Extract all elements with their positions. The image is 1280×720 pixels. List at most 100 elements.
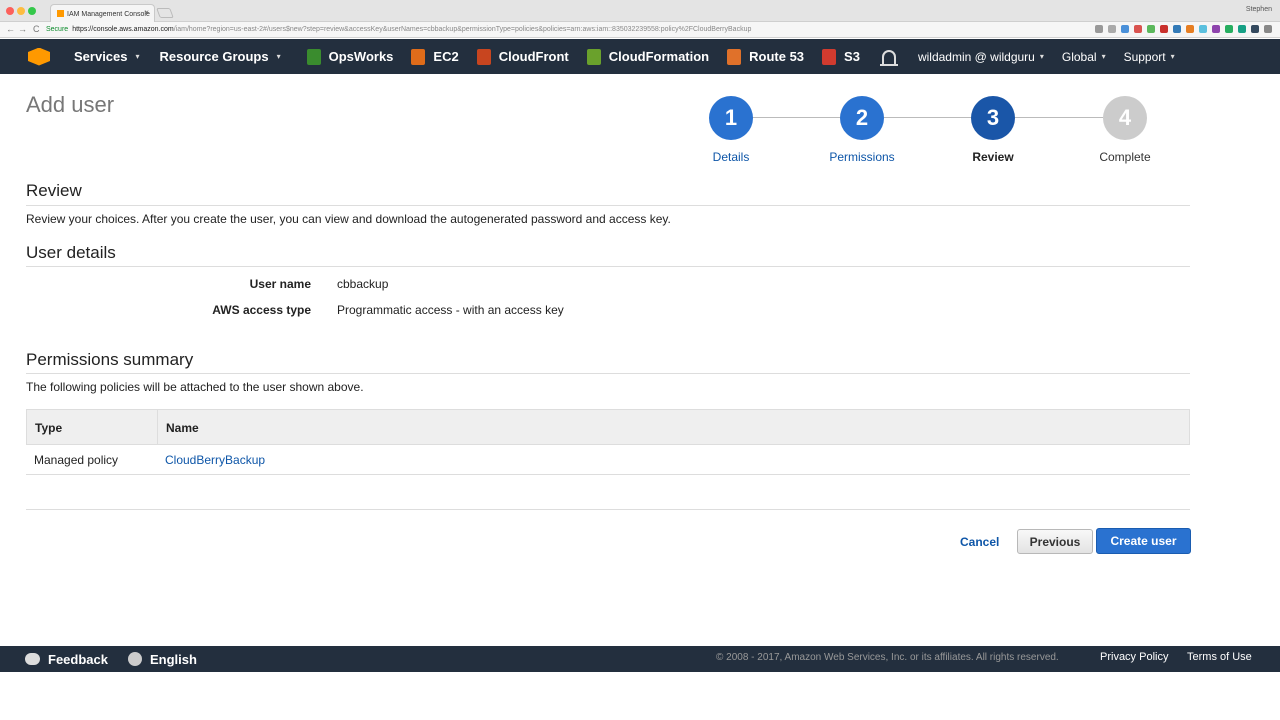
maximize-window-icon[interactable] [28, 7, 36, 15]
step-number: 3 [971, 96, 1015, 140]
speech-bubble-icon [25, 653, 40, 665]
cloudformation-icon [586, 48, 601, 65]
url-path: /iam/home?region=us-east-2#/users$new?st… [173, 26, 752, 33]
bookmark-star-icon[interactable] [1108, 25, 1116, 33]
chevron-down-icon: ▾ [1170, 52, 1175, 61]
step-label: Details [712, 150, 750, 164]
divider [26, 373, 1190, 374]
extension-icon[interactable] [1212, 25, 1220, 33]
shortcut-label: CloudFormation [608, 49, 710, 64]
new-tab-button[interactable] [156, 8, 174, 18]
step-complete: 4 Complete [1085, 96, 1165, 164]
chevron-down-icon: ▾ [1101, 52, 1106, 61]
step-number: 1 [709, 96, 753, 140]
ec2-icon [411, 48, 426, 65]
language-selector[interactable]: English [127, 651, 197, 667]
divider [26, 205, 1190, 206]
shortcut-ec2[interactable]: EC2 [411, 39, 459, 74]
terms-of-use-link[interactable]: Terms of Use [1187, 651, 1252, 663]
divider [26, 509, 1190, 510]
cancel-button[interactable]: Cancel [952, 531, 1007, 553]
step-number: 4 [1103, 96, 1147, 140]
shortcut-cloudformation[interactable]: CloudFormation [586, 39, 710, 74]
shortcut-label: OpsWorks [328, 49, 394, 64]
forward-arrow-icon[interactable]: → [18, 24, 27, 34]
access-type-label: AWS access type [212, 303, 311, 317]
region-menu[interactable]: Global ▾ [1062, 39, 1106, 74]
browser-profile-name[interactable]: Stephen [1246, 6, 1272, 13]
shortcut-s3[interactable]: S3 [822, 39, 860, 74]
address-bar-row: ← → C Secure https://console.aws.amazon.c… [0, 22, 1280, 38]
create-user-button[interactable]: Create user [1096, 528, 1191, 554]
zoom-icon[interactable] [1095, 25, 1103, 33]
access-type-value: Programmatic access - with an access key [337, 303, 564, 317]
route53-icon [727, 48, 742, 65]
support-menu[interactable]: Support ▾ [1124, 39, 1175, 74]
extension-icon[interactable] [1225, 25, 1233, 33]
chevron-down-icon: ▾ [1039, 52, 1044, 61]
policy-name-link[interactable]: CloudBerryBackup [157, 445, 265, 474]
page-title: Add user [26, 92, 115, 117]
column-header-name[interactable]: Name [158, 410, 199, 444]
privacy-policy-link[interactable]: Privacy Policy [1100, 651, 1168, 663]
user-details-heading: User details [26, 243, 116, 262]
tab-title: IAM Management Console [67, 11, 150, 18]
menu-icon[interactable] [1264, 25, 1272, 33]
step-permissions[interactable]: 2 Permissions [822, 96, 902, 164]
extension-icon[interactable] [1238, 25, 1246, 33]
tab-close-icon[interactable]: × [144, 8, 149, 17]
region-label: Global [1061, 49, 1097, 64]
copyright-text: © 2008 - 2017, Amazon Web Services, Inc.… [716, 652, 1059, 663]
extension-icon[interactable] [1199, 25, 1207, 33]
extension-icon[interactable] [1173, 25, 1181, 33]
step-label: Permissions [829, 150, 895, 164]
resource-groups-label: Resource Groups [159, 49, 269, 64]
shortcut-route53[interactable]: Route 53 [727, 39, 804, 74]
extension-icons [1095, 25, 1272, 33]
aws-cube-logo-icon[interactable] [28, 47, 50, 66]
language-label: English [149, 651, 197, 667]
extension-icon[interactable] [1147, 25, 1155, 33]
extension-icon[interactable] [1186, 25, 1194, 33]
shortcut-label: EC2 [433, 49, 459, 64]
step-label: Review [972, 150, 1014, 164]
step-review: 3 Review [953, 96, 1033, 164]
shortcut-label: Route 53 [749, 49, 805, 64]
services-menu[interactable]: Services ▾ [74, 39, 140, 74]
extension-icon[interactable] [1160, 25, 1168, 33]
aws-top-nav: Services ▾ Resource Groups ▾ OpsWorks EC2 … [0, 39, 1280, 74]
extension-icon[interactable] [1134, 25, 1142, 33]
browser-tab[interactable]: IAM Management Console × [50, 4, 155, 22]
previous-button[interactable]: Previous [1017, 529, 1093, 554]
step-details[interactable]: 1 Details [691, 96, 771, 164]
permissions-description: The following policies will be attached … [26, 380, 364, 394]
step-number: 2 [840, 96, 884, 140]
services-label: Services [74, 49, 128, 64]
close-window-icon[interactable] [6, 7, 14, 15]
shortcut-cloudfront[interactable]: CloudFront [476, 39, 569, 74]
chevron-down-icon: ▾ [276, 52, 281, 61]
user-name-label: User name [249, 277, 311, 291]
account-menu[interactable]: wildadmin @ wildguru ▾ [918, 39, 1044, 74]
step-label: Complete [1099, 150, 1151, 164]
url-input[interactable]: Secure https://console.aws.amazon.com/iam… [46, 24, 1106, 36]
extension-icon[interactable] [1121, 25, 1129, 33]
reload-icon[interactable]: C [33, 24, 40, 34]
aws-favicon-icon [57, 10, 64, 17]
feedback-link[interactable]: Feedback [25, 652, 108, 667]
minimize-window-icon[interactable] [17, 7, 25, 15]
browser-tabbar: IAM Management Console × Stephen [0, 0, 1280, 22]
shortcut-opsworks[interactable]: OpsWorks [306, 39, 394, 74]
divider [26, 266, 1190, 267]
opsworks-icon [306, 48, 321, 65]
permissions-table: Type Name Managed policy CloudBerryBacku… [26, 409, 1190, 475]
support-label: Support [1123, 49, 1166, 64]
notifications-bell-icon[interactable] [879, 49, 898, 66]
extension-icon[interactable] [1251, 25, 1259, 33]
resource-groups-menu[interactable]: Resource Groups ▾ [160, 39, 281, 74]
table-row: Managed policy CloudBerryBackup [26, 445, 1190, 475]
s3-icon [822, 48, 837, 65]
back-arrow-icon[interactable]: ← [6, 24, 15, 34]
secure-lock-label: Secure [46, 26, 69, 33]
column-header-type[interactable]: Type [27, 410, 158, 444]
